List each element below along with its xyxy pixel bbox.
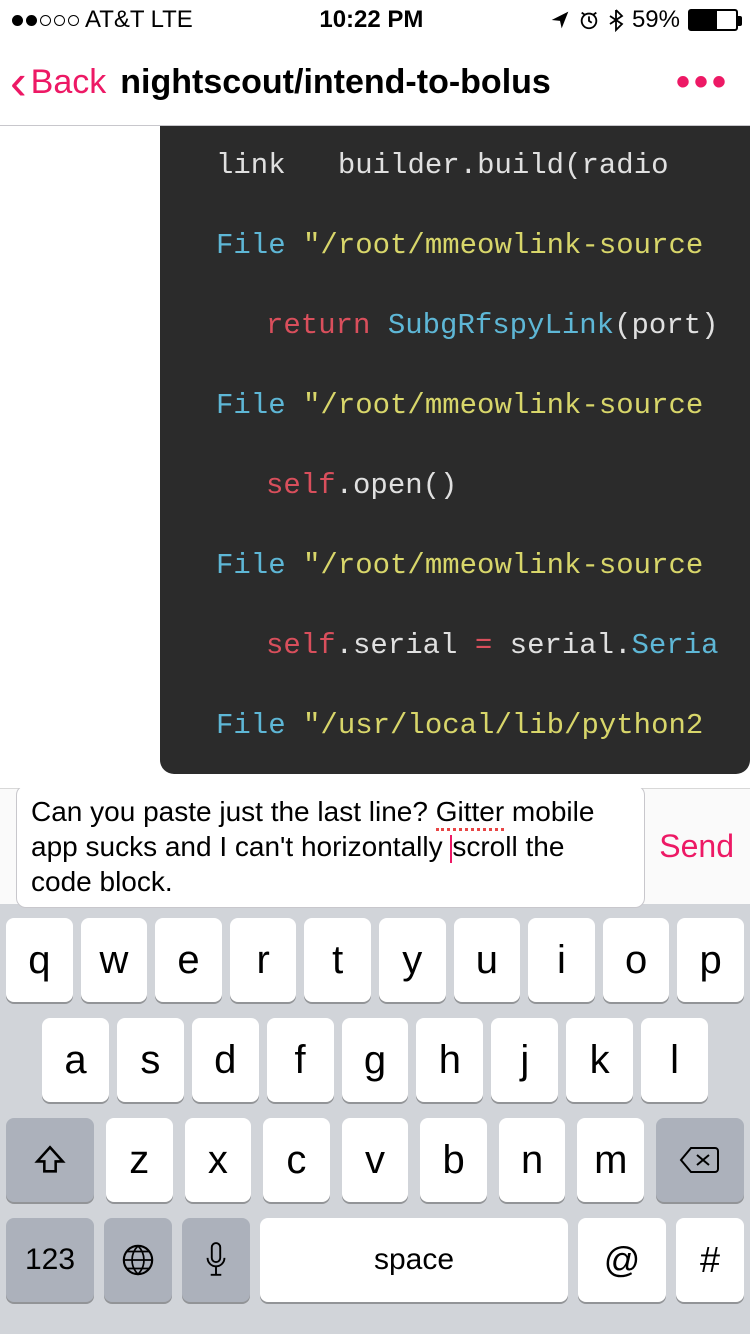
page-title: nightscout/intend-to-bolus [120,63,676,102]
code-token: .open() [336,469,458,502]
keyboard: q w e r t y u i o p a s d f g h j k l z … [0,904,750,1334]
key-dictate[interactable] [182,1218,250,1302]
alarm-icon [578,9,600,31]
location-icon [550,10,570,30]
key-d[interactable]: d [192,1018,259,1102]
key-j[interactable]: j [491,1018,558,1102]
status-right: 59% [550,6,738,34]
code-token: File [216,389,303,422]
key-h[interactable]: h [416,1018,483,1102]
key-l[interactable]: l [641,1018,708,1102]
code-token: Seria [632,629,719,662]
key-a[interactable]: a [42,1018,109,1102]
input-text: Can you paste just the last line? [31,796,436,827]
key-w[interactable]: w [81,918,148,1002]
key-t[interactable]: t [304,918,371,1002]
key-i[interactable]: i [528,918,595,1002]
key-n[interactable]: n [499,1118,566,1202]
keyboard-row-2: a s d f g h j k l [6,1018,744,1102]
key-backspace[interactable] [656,1118,744,1202]
keyboard-row-1: q w e r t y u i o p [6,918,744,1002]
code-token: File [216,229,303,262]
key-hash[interactable]: # [676,1218,744,1302]
carrier-label: AT&T [85,6,145,34]
key-b[interactable]: b [420,1118,487,1202]
battery-pct: 59% [632,6,680,34]
status-bar: AT&T LTE 10:22 PM 59% [0,0,750,40]
status-left: AT&T LTE [12,6,193,34]
chat-content[interactable]: link builder.build(radio File "/root/mme… [0,126,750,788]
key-z[interactable]: z [106,1118,173,1202]
battery-icon [688,9,738,31]
key-numeric[interactable]: 123 [6,1218,94,1302]
code-token: File [216,709,303,742]
message-input[interactable]: Can you paste just the last line? Gitter… [16,785,645,908]
back-button[interactable]: ‹ Back [10,63,120,102]
code-token: = [475,629,492,662]
code-token: "/root/mmeowlink-source [303,389,703,422]
key-x[interactable]: x [185,1118,252,1202]
key-c[interactable]: c [263,1118,330,1202]
code-token: .build(radio [460,149,669,182]
code-token: SubgRfspyLink [388,309,614,342]
backspace-icon [679,1145,721,1175]
key-u[interactable]: u [454,918,521,1002]
key-globe[interactable] [104,1218,172,1302]
more-options-button[interactable]: ••• [676,60,740,105]
key-space[interactable]: space [260,1218,568,1302]
microphone-icon [203,1241,229,1279]
input-text-spellcheck: Gitter [436,796,504,831]
key-at[interactable]: @ [578,1218,666,1302]
keyboard-row-4: 123 space @ # [6,1218,744,1302]
shift-icon [33,1143,67,1177]
code-token: "/usr/local/lib/python2 [303,709,703,742]
key-e[interactable]: e [155,918,222,1002]
code-token: self [266,469,336,502]
key-p[interactable]: p [677,918,744,1002]
code-token: return [266,309,388,342]
bluetooth-icon [608,8,624,32]
key-v[interactable]: v [342,1118,409,1202]
code-token: builder [338,149,460,182]
code-token: "/root/mmeowlink-source [303,549,703,582]
key-k[interactable]: k [566,1018,633,1102]
keyboard-row-3: z x c v b n m [6,1118,744,1202]
key-f[interactable]: f [267,1018,334,1102]
code-token: "/root/mmeowlink-source [303,229,703,262]
key-o[interactable]: o [603,918,670,1002]
send-button[interactable]: Send [659,828,734,865]
key-r[interactable]: r [230,918,297,1002]
code-token: serial. [492,629,631,662]
code-token: self [266,629,336,662]
key-shift[interactable] [6,1118,94,1202]
key-q[interactable]: q [6,918,73,1002]
back-label: Back [31,63,107,102]
code-token: .serial [336,629,475,662]
compose-bar: Can you paste just the last line? Gitter… [0,788,750,904]
code-block-message: link builder.build(radio File "/root/mme… [160,126,750,774]
key-y[interactable]: y [379,918,446,1002]
key-m[interactable]: m [577,1118,644,1202]
status-time: 10:22 PM [319,6,423,34]
signal-strength-icon [12,15,79,26]
network-label: LTE [151,6,193,34]
chevron-left-icon: ‹ [10,70,27,95]
code-token: File [216,549,303,582]
key-s[interactable]: s [117,1018,184,1102]
nav-bar: ‹ Back nightscout/intend-to-bolus ••• [0,40,750,126]
code-token: (port) [614,309,718,342]
key-g[interactable]: g [342,1018,409,1102]
globe-icon [121,1243,155,1277]
code-token: link [216,149,286,182]
